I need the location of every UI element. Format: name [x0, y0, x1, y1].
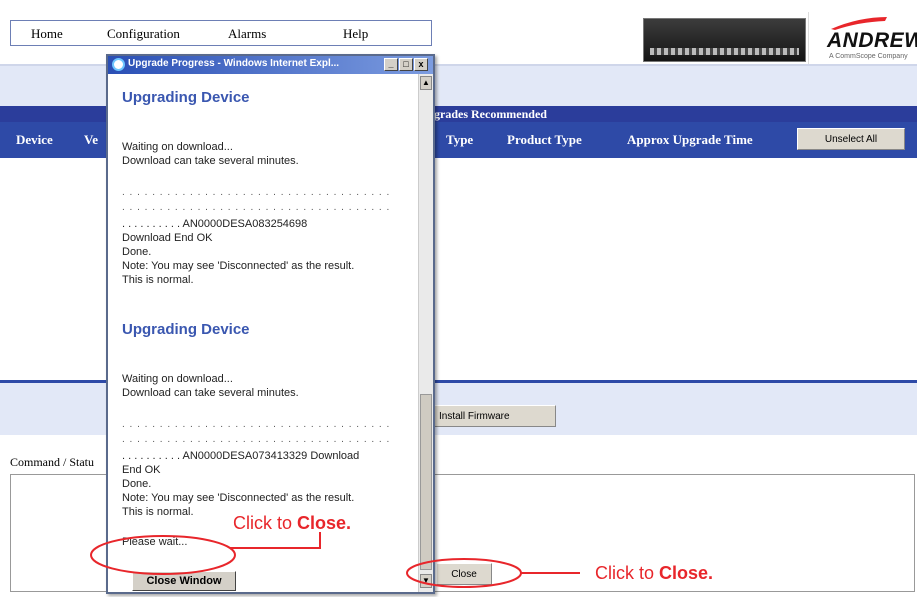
- callout-text: Click to: [233, 513, 298, 533]
- callout-text: Click to: [595, 563, 660, 583]
- callout-close-main: Click to Close.: [595, 563, 713, 584]
- callout-close-window: Click to Close.: [233, 513, 351, 534]
- callout-bold-text: Close.: [659, 563, 714, 583]
- callout-ellipse-right: [406, 558, 522, 588]
- annotation-overlay: [90, 532, 580, 588]
- callout-leader-left: [230, 532, 321, 549]
- callout-bold-text: Close.: [297, 513, 352, 533]
- callout-ellipse-left: [90, 535, 236, 575]
